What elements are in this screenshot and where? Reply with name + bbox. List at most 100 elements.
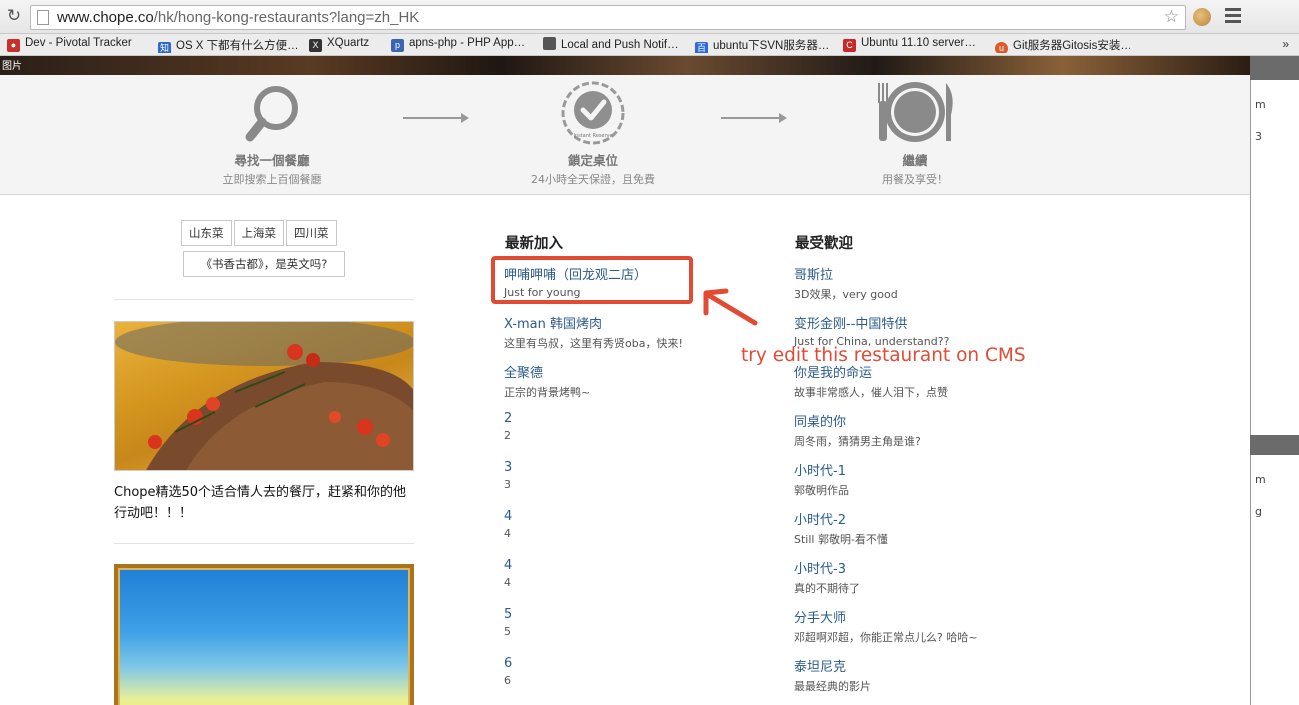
popular-item[interactable]: 泰坦尼克 最最经典的影片: [794, 656, 1054, 694]
step-title: 鎖定桌位: [567, 153, 618, 168]
latest-item-desc: 3: [504, 478, 511, 491]
popular-item[interactable]: 小时代-2 Still 郭敬明-看不懂: [794, 509, 1054, 547]
background-window: m g: [1250, 455, 1299, 705]
bookmark-item[interactable]: ● Dev - Pivotal Tracker: [7, 37, 149, 53]
latest-item-name[interactable]: 5: [504, 607, 764, 622]
cuisine-tag[interactable]: 四川菜: [286, 220, 337, 246]
latest-item[interactable]: 66: [504, 656, 764, 687]
question-tag[interactable]: 《书香古都》，是英文吗?: [183, 251, 345, 277]
feature-food-image[interactable]: [114, 321, 414, 471]
step-subtitle: 24小時全天保證，且免費: [531, 173, 655, 186]
popular-item[interactable]: 同桌的你周冬雨，猜猜男主角是谁?: [794, 411, 1054, 449]
popular-item-desc: 郭敬明作品: [794, 484, 849, 497]
popular-item-desc: 邓超啊邓超，你能正常点儿么? 哈哈~: [794, 631, 978, 644]
zhihu-icon: 知: [158, 42, 171, 53]
latest-item-desc: 4: [504, 576, 511, 589]
bookmark-label: Git服务器Gitosis安装…: [1013, 40, 1130, 52]
divider: [114, 299, 414, 300]
latest-item-name[interactable]: 全聚德: [504, 362, 764, 381]
php-icon: p: [391, 39, 404, 52]
bookmark-item[interactable]: 百 ubuntu下SVN服务器…: [695, 37, 830, 53]
background-window-text: m: [1255, 98, 1266, 111]
latest-item-name[interactable]: 4: [504, 509, 764, 524]
background-window-text: m: [1255, 473, 1266, 486]
latest-item[interactable]: 44: [504, 558, 764, 589]
bookmark-label: XQuartz: [327, 37, 370, 49]
bookmarks-more-button[interactable]: »: [1282, 37, 1289, 51]
bookmark-star-icon[interactable]: ☆: [1164, 7, 1179, 27]
page-icon: [37, 10, 49, 25]
background-window-text: g: [1255, 505, 1262, 518]
latest-item-desc: 6: [504, 674, 511, 687]
feature-caption[interactable]: Chope精选50个适合情人去的餐厅，赶紧和你的他行动吧！！！: [114, 482, 414, 524]
bookmark-item[interactable]: 知 OS X 下都有什么方便…: [158, 37, 298, 53]
browser-toolbar: ↻ www.chope.co/hk/hong-kong-restaurants?…: [0, 0, 1299, 34]
latest-item-desc: 2: [504, 429, 511, 442]
ubuntu-icon: u: [995, 42, 1008, 53]
popular-item-name[interactable]: 同桌的你: [794, 411, 1054, 430]
bookmark-item[interactable]: C Ubuntu 11.10 server…: [843, 37, 978, 53]
popular-item-desc: 周冬雨，猜猜男主角是谁?: [794, 435, 921, 448]
cookie-extension-icon[interactable]: [1193, 8, 1211, 26]
latest-item-desc: 5: [504, 625, 511, 638]
url-path: /hk/hong-kong-restaurants?lang=zh_HK: [153, 9, 420, 26]
popular-item-name[interactable]: 小时代-2: [794, 509, 1054, 528]
popular-item[interactable]: 小时代-1 郭敬明作品: [794, 460, 1054, 498]
step-reserve: Instant Reserve 鎖定桌位 24小時全天保證，且免費: [493, 75, 693, 187]
latest-item-name[interactable]: 6: [504, 656, 764, 671]
how-it-works-steps: 尋找一個餐廳 立即搜索上百個餐廳 Instant Reserve 鎖定桌位 24…: [0, 75, 1250, 195]
feature-sky-image[interactable]: [114, 564, 414, 705]
cuisine-tag[interactable]: 山东菜: [181, 220, 232, 246]
popular-item-name[interactable]: 变形金刚--中国特供: [794, 313, 1054, 332]
bookmark-item[interactable]: Local and Push Notif…: [543, 37, 678, 53]
step-subtitle: 用餐及享受！: [882, 173, 948, 186]
latest-item-name[interactable]: 2: [504, 411, 764, 426]
bookmark-label: Local and Push Notif…: [561, 39, 678, 51]
popular-item-name[interactable]: 小时代-3: [794, 558, 1054, 577]
popular-item-desc: 故事非常感人，催人泪下，点赞: [794, 386, 948, 399]
bookmark-item[interactable]: X XQuartz: [309, 37, 381, 53]
cuisine-tag[interactable]: 上海菜: [233, 220, 284, 246]
url-host: www.chope.co: [57, 9, 154, 26]
popular-item-name[interactable]: 分手大师: [794, 607, 1054, 626]
bookmark-label: apns-php - PHP App…: [409, 37, 526, 49]
pivotal-icon: ●: [7, 39, 20, 52]
hero-tag: 图片: [2, 61, 22, 72]
bookmark-item[interactable]: u Git服务器Gitosis安装…: [995, 37, 1130, 53]
latest-item[interactable]: 22: [504, 411, 764, 442]
popular-item[interactable]: 你是我的命运 故事非常感人，催人泪下，点赞: [794, 362, 1054, 400]
popular-item-name[interactable]: 哥斯拉: [794, 264, 1054, 283]
latest-item[interactable]: 全聚德 正宗的背景烤鸭~: [504, 362, 764, 400]
bookmark-item[interactable]: p apns-php - PHP App…: [391, 37, 526, 53]
popular-item[interactable]: 变形金刚--中国特供 Just for China, understand??: [794, 313, 1054, 348]
browser-menu-icon[interactable]: [1225, 8, 1241, 24]
bookmark-label: Ubuntu 11.10 server…: [861, 37, 976, 49]
popular-item[interactable]: 小时代-3 真的不期待了: [794, 558, 1054, 596]
popular-item-desc: 3D效果，very good: [794, 288, 898, 301]
latest-item-name[interactable]: 4: [504, 558, 764, 573]
latest-item[interactable]: 44: [504, 509, 764, 540]
step-subtitle: 立即搜索上百個餐廳: [222, 173, 322, 186]
latest-item[interactable]: 33: [504, 460, 764, 491]
badge-text: Instant Reserve: [573, 133, 612, 139]
annotation-arrow-icon: [703, 288, 758, 326]
popular-item-name[interactable]: 小时代-1: [794, 460, 1054, 479]
latest-item[interactable]: 55: [504, 607, 764, 638]
url-text[interactable]: www.chope.co/hk/hong-kong-restaurants?la…: [57, 9, 419, 26]
cnblogs-icon: C: [843, 39, 856, 52]
popular-item[interactable]: 分手大师邓超啊邓超，你能正常点儿么? 哈哈~: [794, 607, 1054, 645]
latest-item-desc: 这里有鸟叔，这里有秀贤oba，快来!: [504, 337, 683, 350]
apple-icon: [543, 37, 556, 50]
divider: [114, 543, 414, 544]
magnifier-icon: [245, 86, 298, 142]
popular-item[interactable]: 哥斯拉 3D效果，very good: [794, 264, 1054, 302]
popular-heading: 最受歡迎: [795, 236, 853, 252]
bookmark-label: OS X 下都有什么方便…: [176, 40, 298, 52]
address-bar[interactable]: www.chope.co/hk/hong-kong-restaurants?la…: [30, 5, 1186, 30]
bookmark-label: ubuntu下SVN服务器…: [713, 40, 830, 52]
reload-icon[interactable]: ↻: [5, 7, 23, 25]
popular-item-name[interactable]: 泰坦尼克: [794, 656, 1054, 675]
latest-item-name[interactable]: 3: [504, 460, 764, 475]
bookmarks-bar: ● Dev - Pivotal Tracker 知 OS X 下都有什么方便… XX…: [0, 34, 1299, 56]
latest-item-desc: 4: [504, 527, 511, 540]
